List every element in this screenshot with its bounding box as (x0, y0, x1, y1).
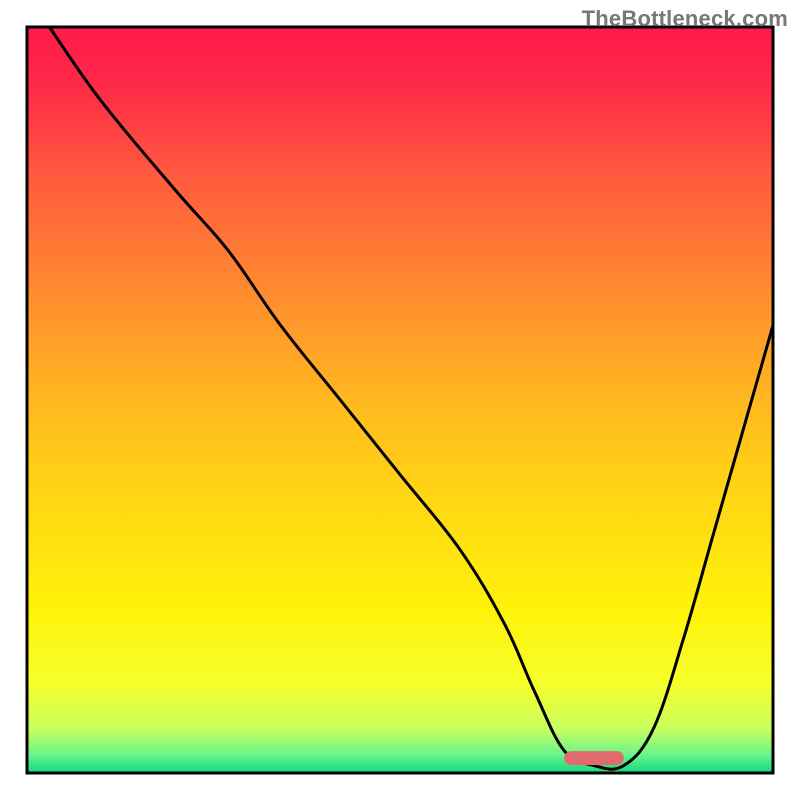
plot-background (27, 27, 773, 773)
chart-canvas (0, 0, 800, 800)
optimal-range-marker (564, 751, 624, 765)
bottleneck-chart: TheBottleneck.com (0, 0, 800, 800)
watermark-label: TheBottleneck.com (582, 6, 788, 32)
